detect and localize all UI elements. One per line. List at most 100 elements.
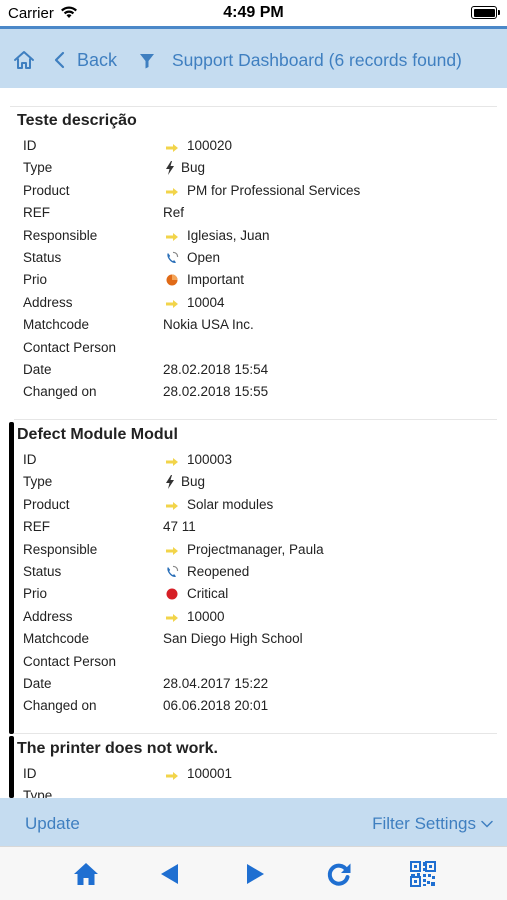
orange-priority-icon [165, 273, 179, 287]
field-value: 28.02.2018 15:54 [163, 362, 268, 377]
record-card[interactable]: Defect Module Modul ID 100003 Type Bug Produc… [0, 420, 507, 734]
field-value-text: 100003 [187, 452, 233, 467]
field-label: Changed on [23, 384, 97, 400]
back-button[interactable]: Back [54, 47, 117, 73]
next-icon[interactable] [242, 861, 268, 887]
field-value[interactable]: 100003 [163, 452, 232, 467]
field-row: Status Reopened [0, 564, 507, 584]
field-row: Contact Person [0, 340, 507, 360]
field-value: Bug [163, 160, 205, 175]
qr-code-icon[interactable] [410, 861, 436, 887]
field-label: Product [23, 182, 70, 198]
arrow-icon [165, 141, 179, 152]
field-value-text: PM for Professional Services [187, 182, 361, 198]
arrow-icon [165, 230, 179, 242]
field-label: Date [23, 362, 52, 377]
field-label: Date [23, 676, 52, 691]
filter-icon[interactable] [138, 52, 156, 70]
field-row: ID 100001 [0, 766, 507, 786]
field-label: REF [23, 205, 50, 221]
arrow-icon [165, 185, 179, 197]
field-row: Date 28.04.2017 15:22 [0, 676, 507, 696]
field-value-text: Iglesias, Juan [187, 227, 270, 243]
field-value-text: 28.02.2018 15:55 [163, 384, 269, 400]
record-title: Teste descrição [17, 112, 137, 129]
field-row: Address 10000 [0, 609, 507, 629]
field-label: Address [23, 608, 73, 624]
chevron-left-icon [54, 51, 65, 69]
field-value: Nokia USA Inc. [163, 317, 254, 332]
field-value: Important [163, 272, 244, 287]
field-value: 06.06.2018 20:01 [163, 698, 268, 713]
field-value-text: 28.04.2017 15:22 [163, 676, 269, 691]
field-value[interactable]: PM for Professional Services [163, 183, 360, 198]
field-label: ID [23, 138, 37, 153]
field-row: Prio Important [0, 272, 507, 292]
field-value[interactable]: 100001 [163, 766, 232, 781]
field-value: 28.02.2018 15:55 [163, 384, 268, 399]
phone-status-icon [165, 251, 179, 265]
field-label: Status [23, 250, 62, 265]
bottom-toolbar: Update Filter Settings [0, 798, 507, 846]
field-label: REF [23, 519, 50, 535]
field-value[interactable]: 100020 [163, 138, 232, 153]
field-value-text: 10004 [187, 294, 225, 310]
field-value-text: Ref [163, 205, 185, 221]
field-value-text: Nokia USA Inc. [163, 317, 254, 333]
record-list[interactable]: Teste descrição ID 100020 Type Bug Product PM … [0, 88, 507, 798]
field-row: Date 28.02.2018 15:54 [0, 362, 507, 382]
previous-icon[interactable] [157, 861, 183, 887]
field-label: Contact Person [23, 653, 117, 669]
phone-reopen-icon [165, 565, 179, 579]
field-label: Contact Person [23, 339, 117, 355]
field-value[interactable]: Projectmanager, Paula [163, 542, 324, 557]
arrow-icon [165, 769, 179, 780]
field-label: ID [23, 452, 37, 467]
field-value-text: Open [187, 250, 221, 265]
field-value-text: 100001 [187, 766, 233, 781]
field-label: Type [23, 788, 53, 798]
field-row: ID 100003 [0, 452, 507, 472]
refresh-icon[interactable] [326, 861, 352, 887]
field-value-text: Reopened [187, 564, 250, 579]
field-row: Status Open [0, 250, 507, 270]
red-priority-icon [165, 587, 179, 601]
field-value: Reopened [163, 564, 249, 579]
field-value-text: Bug [181, 474, 206, 490]
field-row: Type [0, 788, 507, 798]
home-icon[interactable] [73, 861, 99, 887]
field-label: Responsible [23, 227, 98, 243]
field-label: Matchcode [23, 317, 90, 333]
filter-settings-button[interactable]: Filter Settings [372, 814, 493, 834]
field-value: San Diego High School [163, 631, 303, 646]
field-value[interactable]: Iglesias, Juan [163, 228, 270, 243]
record-card[interactable]: Teste descrição ID 100020 Type Bug Product PM … [0, 106, 507, 420]
filter-settings-label: Filter Settings [372, 814, 476, 833]
field-row: Changed on 28.02.2018 15:55 [0, 384, 507, 404]
field-row: ID 100020 [0, 138, 507, 158]
field-row: Product Solar modules [0, 497, 507, 517]
field-label: Address [23, 294, 73, 310]
field-value-text: 06.06.2018 20:01 [163, 698, 269, 714]
update-button[interactable]: Update [25, 814, 80, 834]
arrow-icon [165, 544, 179, 556]
field-value-text: 100020 [187, 138, 233, 153]
field-label: Prio [23, 586, 48, 602]
field-label: Responsible [23, 541, 98, 557]
record-title: The printer does not work. [17, 740, 218, 757]
field-value-text: Bug [181, 160, 206, 176]
field-value: 28.04.2017 15:22 [163, 676, 268, 691]
field-value-text: Projectmanager, Paula [187, 541, 324, 557]
bolt-icon [165, 160, 175, 175]
field-label: Status [23, 564, 62, 579]
field-value-text: Solar modules [187, 496, 274, 512]
field-row: REF Ref [0, 205, 507, 225]
page-title: Support Dashboard (6 records found) [172, 50, 462, 70]
field-value[interactable]: Solar modules [163, 497, 273, 512]
field-label: Type [23, 160, 53, 176]
record-card[interactable]: The printer does not work. ID 100001 Type [0, 734, 507, 798]
field-row: Type Bug [0, 160, 507, 180]
field-value[interactable]: 10000 [163, 609, 225, 624]
field-value[interactable]: 10004 [163, 295, 225, 310]
home-icon[interactable] [12, 49, 36, 71]
